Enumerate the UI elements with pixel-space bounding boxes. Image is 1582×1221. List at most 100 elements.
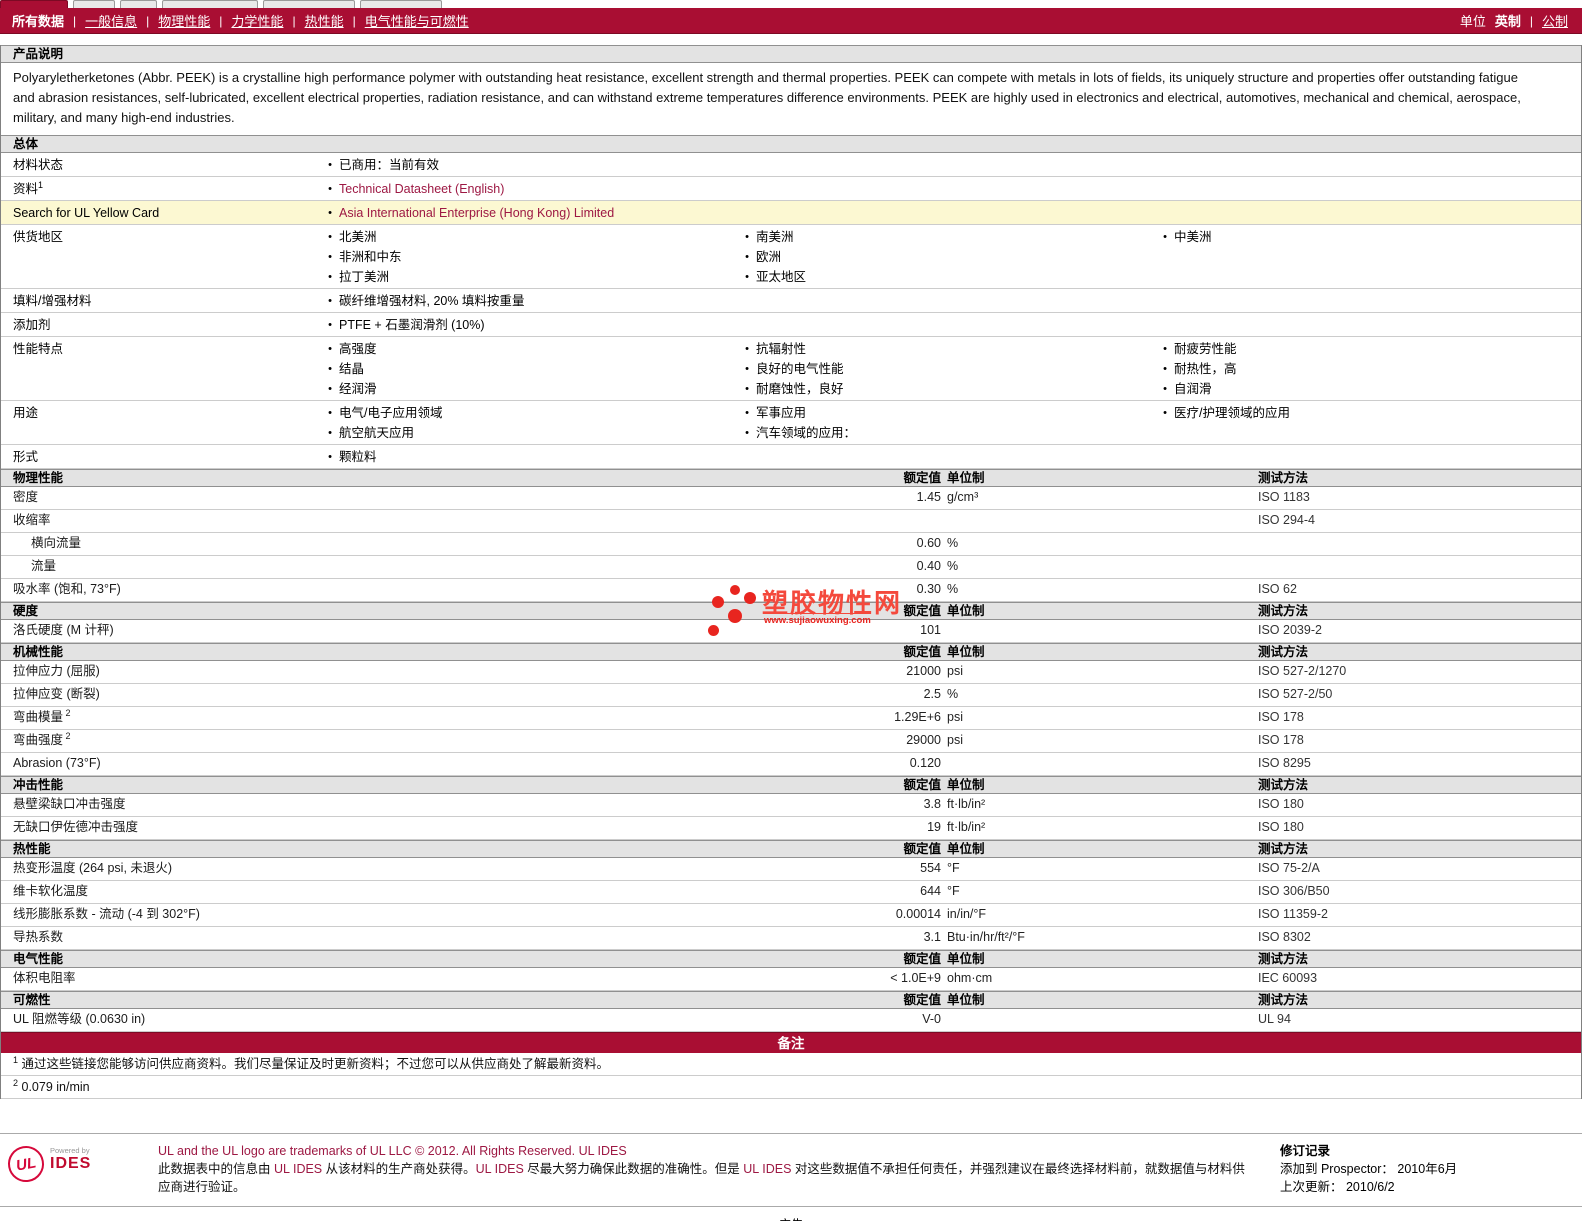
general-row: 性能特点 • 高强度 • 结晶 • 经润滑 • 抗辐射性 • 良好的电气性能 • 耐磨蚀性，良好 • 耐疲劳… xyxy=(1,337,1581,401)
bullet-icon: • xyxy=(328,183,332,195)
ul-logo-text: UL xyxy=(14,1153,38,1175)
property-unit: ohm·cm xyxy=(947,971,993,985)
bullet-icon: • xyxy=(328,383,332,395)
separator: | xyxy=(292,13,296,28)
row-values-col3: • 医疗/护理领域的应用 xyxy=(1156,403,1581,443)
column-header-unit: 单位制 xyxy=(947,778,985,792)
property-label: 体积电阻率 xyxy=(13,971,76,985)
bullet-icon: • xyxy=(328,363,332,375)
general-row: 添加剂 • PTFE + 石墨润滑剂 (10%) xyxy=(1,313,1581,337)
page: 所有数据 | 一般信息 | 物理性能 | 力学性能 | 热性能 | 电气性能与可燃性 单位 英制 |… xyxy=(0,0,1582,1221)
bullet-item: • 医疗/护理领域的应用 xyxy=(1156,403,1581,423)
footnote-ref: 2 xyxy=(63,707,71,718)
property-value: 0.30 xyxy=(916,582,941,596)
section-title: 可燃性 xyxy=(13,993,51,1007)
unit-imperial-current[interactable]: 英制 xyxy=(1495,11,1521,30)
row-values-col3 xyxy=(1156,203,1581,223)
value-text: 军事应用 xyxy=(756,406,807,420)
nav-tab-all-data-current[interactable]: 所有数据 xyxy=(12,11,64,30)
property-unit xyxy=(941,510,1254,532)
trademark-text: UL and the UL logo are trademarks of UL … xyxy=(158,1144,576,1158)
property-value: 0.40 xyxy=(916,559,941,573)
property-test-method: ISO 180 xyxy=(1258,797,1304,811)
property-unit: % xyxy=(947,559,959,573)
column-header-unit: 单位制 xyxy=(947,842,985,856)
property-unit: g/cm³ xyxy=(947,490,979,504)
row-values-col1: • 高强度 • 结晶 • 经润滑 xyxy=(321,339,738,399)
bullet-icon: • xyxy=(745,231,749,243)
value-text: 电气/电子应用领域 xyxy=(339,406,443,420)
browser-tab[interactable] xyxy=(263,0,355,8)
bullet-icon: • xyxy=(745,271,749,283)
browser-tab[interactable] xyxy=(73,0,115,8)
ul-ides-link[interactable]: UL IDES xyxy=(743,1162,791,1176)
bullet-icon: • xyxy=(745,343,749,355)
notes-banner: 备注 xyxy=(1,1032,1581,1053)
nav-tab[interactable]: 电气性能与可燃性 xyxy=(365,11,469,30)
value-text: 汽车领域的应用： xyxy=(756,426,857,440)
bullet-item: • 结晶 xyxy=(321,359,738,379)
property-test-method: ISO 8295 xyxy=(1258,756,1311,770)
disclaimer-segment: 从该材料的生产商处获得。 xyxy=(322,1162,476,1176)
column-header-value: 额定值 xyxy=(903,993,941,1007)
column-header-value: 额定值 xyxy=(903,778,941,792)
property-label: 拉伸应变 (断裂) xyxy=(13,687,100,701)
separator: | xyxy=(219,13,223,28)
browser-tab[interactable] xyxy=(120,0,157,8)
section-title: 机械性能 xyxy=(13,645,64,659)
footer: UL Powered by IDES UL and the UL logo ar… xyxy=(0,1133,1582,1207)
general-row: 填料/增强材料 • 碳纤维增强材料, 20% 填料按重量 xyxy=(1,289,1581,313)
property-unit: % xyxy=(947,582,959,596)
value-text: 亚太地区 xyxy=(756,270,807,284)
note-row: 2 0.079 in/min xyxy=(1,1076,1581,1099)
nav-tab[interactable]: 力学性能 xyxy=(231,11,283,30)
nav-tab[interactable]: 一般信息 xyxy=(85,11,137,30)
property-value: < 1.0E+9 xyxy=(890,971,941,985)
unit-metric-link[interactable]: 公制 xyxy=(1542,11,1568,30)
column-header-value: 额定值 xyxy=(903,471,941,485)
property-unit: in/in/°F xyxy=(947,907,987,921)
value-text: 碳纤维增强材料, 20% 填料按重量 xyxy=(339,294,525,308)
browser-tab[interactable] xyxy=(360,0,442,8)
browser-tab[interactable] xyxy=(162,0,258,8)
bullet-icon: • xyxy=(328,343,332,355)
property-value: 2.5 xyxy=(923,687,941,701)
bullet-icon: • xyxy=(328,295,332,307)
bullet-item: • 抗辐射性 xyxy=(738,339,1156,359)
row-values-col3 xyxy=(1156,179,1581,199)
revision-added: 添加到 Prospector： 2010年6月 xyxy=(1280,1162,1458,1176)
property-value: 554 xyxy=(920,861,941,875)
value-link[interactable]: Technical Datasheet (English) xyxy=(339,179,504,199)
browser-tab-active[interactable] xyxy=(0,0,68,8)
bullet-icon: • xyxy=(328,407,332,419)
value-link[interactable]: Asia International Enterprise (Hong Kong… xyxy=(339,203,614,223)
bullet-icon: • xyxy=(328,427,332,439)
section-header-general: 总体 xyxy=(1,135,1581,153)
row-values-col2 xyxy=(738,447,1156,467)
nav-tab[interactable]: 物理性能 xyxy=(158,11,210,30)
bullet-item: • 耐磨蚀性，良好 xyxy=(738,379,1156,399)
footnote-ref: 2 xyxy=(63,730,71,741)
general-rows: 材料状态 • 已商用：当前有效 资料1 • Technical Datasheet (En… xyxy=(1,153,1581,469)
property-unit: °F xyxy=(947,884,960,898)
property-row: 密度 1.45 g/cm³ ISO 1183 xyxy=(1,487,1581,510)
ul-ides-link[interactable]: UL IDES xyxy=(476,1162,524,1176)
bullet-item: • 欧洲 xyxy=(738,247,1156,267)
property-label: 拉伸应力 (屈服) xyxy=(13,664,100,678)
separator: | xyxy=(73,13,77,28)
property-value: 3.8 xyxy=(923,797,941,811)
property-row: 拉伸应变 (断裂) 2.5% ISO 527-2/50 xyxy=(1,684,1581,707)
value-text: 抗辐射性 xyxy=(756,342,807,356)
value-text: 北美洲 xyxy=(339,230,377,244)
ul-ides-link[interactable]: UL IDES xyxy=(274,1162,322,1176)
property-unit: % xyxy=(947,687,959,701)
ul-ides-link[interactable]: UL IDES xyxy=(579,1144,627,1158)
row-label: 添加剂 xyxy=(13,318,51,332)
property-row: 吸水率 (饱和, 73°F) 0.30% ISO 62 xyxy=(1,579,1581,602)
bullet-item: • 航空航天应用 xyxy=(321,423,738,443)
property-test-method: ISO 527-2/1270 xyxy=(1258,664,1347,678)
row-values-col2 xyxy=(738,315,1156,335)
nav-tab[interactable]: 热性能 xyxy=(305,11,344,30)
property-test-method: ISO 178 xyxy=(1258,733,1304,747)
bullet-icon: • xyxy=(1163,343,1167,355)
